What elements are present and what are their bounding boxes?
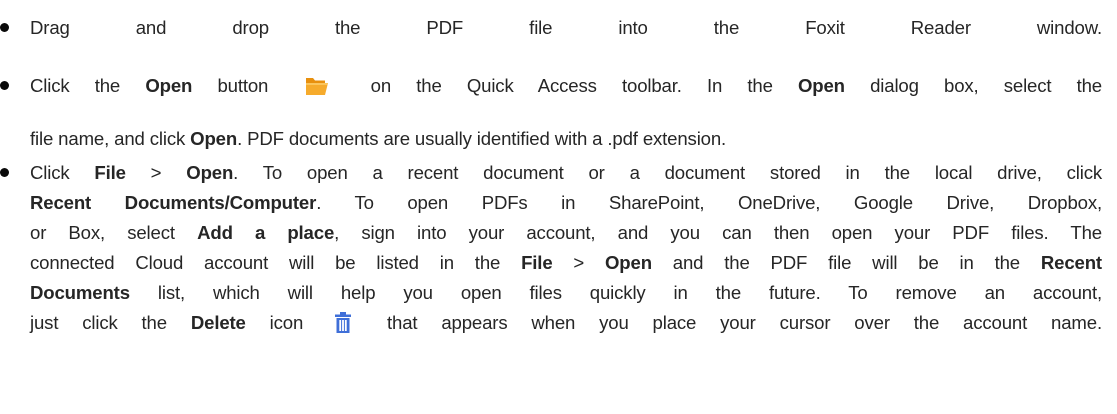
text-line: Click the Open button on the Quick Acces…: [30, 71, 1102, 101]
text-run: button: [192, 75, 269, 96]
text-run: Drag and drop the PDF file into the Foxi…: [30, 17, 1102, 38]
bullet-point: [0, 168, 9, 177]
text-run: or Box, select: [30, 222, 198, 243]
text-run: list, which will help you open files qui…: [129, 282, 1102, 303]
text-run: just click the: [30, 312, 191, 333]
text-run: Click: [30, 162, 95, 183]
text-run: . To open a recent document or a documen…: [233, 162, 1102, 183]
bullet-point: [0, 23, 9, 32]
text-run-bold: Open: [190, 128, 238, 149]
text-run-bold: Add a place: [197, 222, 335, 243]
text-run: connected Cloud account will be listed i…: [30, 252, 522, 273]
text-run-bold: Open: [797, 75, 845, 96]
text-run: on the Quick Access toolbar. In the: [370, 75, 798, 96]
text-run: dialog box, select the: [844, 75, 1103, 96]
text-run-bold: Recent: [1040, 252, 1102, 273]
list-item: Click File > Open. To open a recent docu…: [0, 158, 1102, 338]
text-run-bold: Recent Documents/Computer: [30, 192, 317, 213]
text-run-bold: Delete: [190, 312, 246, 333]
text-run: . PDF documents are usually identified w…: [237, 128, 727, 149]
text-line: Click File > Open. To open a recent docu…: [30, 158, 1102, 188]
text-line: file name, and click Open. PDF documents…: [30, 124, 1102, 154]
text-line: Drag and drop the PDF file into the Foxi…: [30, 13, 1102, 43]
help-document: Drag and drop the PDF file into the Foxi…: [0, 0, 1117, 414]
text-run: icon: [245, 312, 304, 333]
text-run: . To open PDFs in SharePoint, OneDrive, …: [316, 192, 1102, 213]
bullet-point: [0, 81, 9, 90]
text-run: that appears when you place your cursor …: [387, 312, 1102, 333]
trash-delete-icon: [333, 312, 353, 334]
text-line: just click the Delete icon that appears …: [30, 308, 1102, 338]
text-line: Recent Documents/Computer. To open PDFs …: [30, 188, 1102, 218]
text-run: , sign into your account, and you can th…: [334, 222, 1103, 243]
text-run-bold: Open: [186, 162, 234, 183]
text-run-bold: File: [521, 252, 553, 273]
text-run-bold: File: [94, 162, 126, 183]
text-run: >: [552, 252, 605, 273]
text-run: >: [125, 162, 187, 183]
text-run-bold: Open: [604, 252, 652, 273]
list-item: Click the Open button on the Quick Acces…: [0, 71, 1102, 154]
text-line: connected Cloud account will be listed i…: [30, 248, 1102, 278]
text-run-bold: Documents: [30, 282, 130, 303]
text-run: and the PDF file will be in the: [651, 252, 1041, 273]
text-run-bold: Open: [145, 75, 193, 96]
text-line: Documents list, which will help you open…: [30, 278, 1102, 308]
list-item: Drag and drop the PDF file into the Foxi…: [0, 13, 1102, 43]
text-run: file name, and click: [30, 128, 191, 149]
folder-open-icon: [305, 75, 329, 97]
text-run: Click the: [30, 75, 146, 96]
text-line: or Box, select Add a place, sign into yo…: [30, 218, 1102, 248]
